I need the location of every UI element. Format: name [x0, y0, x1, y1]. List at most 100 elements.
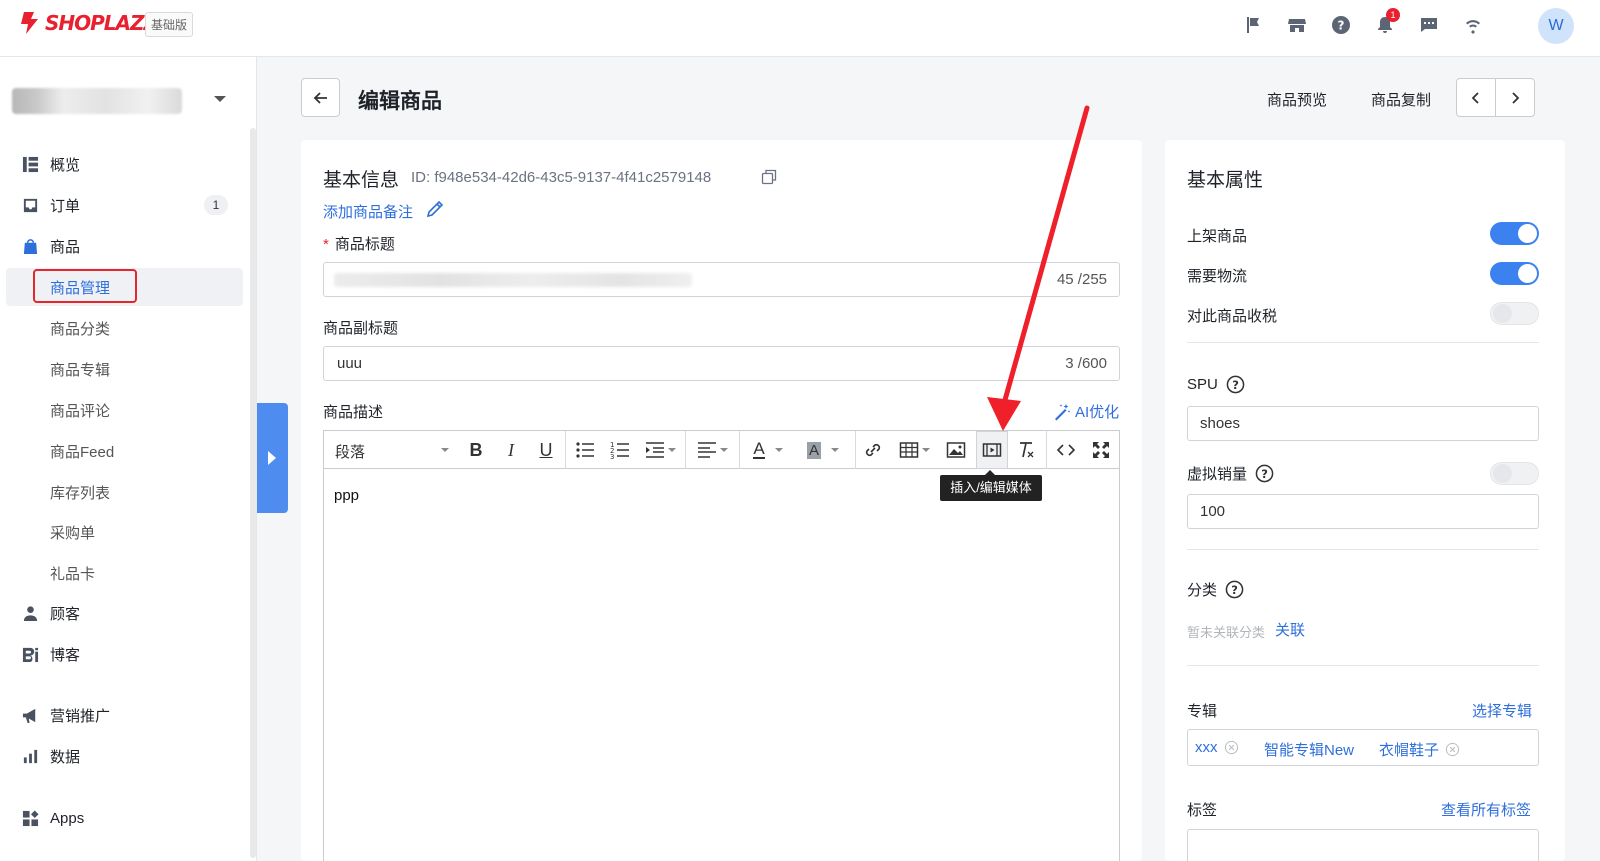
subnav-purchase-orders[interactable]: 采购单	[50, 522, 95, 543]
toolbar-divider	[565, 431, 566, 469]
bell-icon[interactable]: 1	[1374, 8, 1400, 36]
product-subtitle-input[interactable]: uuu 3 /600	[323, 346, 1120, 381]
plan-badge: 基础版	[145, 12, 194, 37]
bold-button[interactable]: B	[462, 431, 490, 469]
flag-icon[interactable]	[1242, 14, 1264, 36]
collection-tag: xxx	[1195, 739, 1239, 756]
help-circle-icon[interactable]: ?	[1226, 375, 1245, 394]
subnav-gift-cards[interactable]: 礼品卡	[50, 563, 95, 584]
store-selector[interactable]	[12, 88, 237, 118]
italic-button[interactable]: I	[497, 431, 525, 469]
select-collection-button[interactable]: 选择专辑	[1472, 700, 1532, 721]
required-mark: *	[323, 236, 329, 253]
caret-down-icon	[719, 448, 728, 452]
nav-products[interactable]: 商品	[0, 228, 245, 264]
virtual-sales-toggle[interactable]	[1490, 462, 1539, 485]
help-icon[interactable]: ?	[1330, 14, 1352, 36]
image-icon	[946, 442, 966, 458]
insert-media-button[interactable]	[976, 431, 1008, 469]
nav-label: 博客	[50, 646, 81, 664]
fullscreen-icon	[1093, 442, 1109, 458]
virtual-sales-label: 虚拟销量 ?	[1187, 463, 1274, 484]
subnav-inventory[interactable]: 库存列表	[50, 482, 110, 503]
collection-label: 专辑	[1187, 703, 1218, 720]
product-duplicate-button[interactable]: 商品复制	[1371, 89, 1431, 110]
subnav-product-feed[interactable]: 商品Feed	[50, 441, 114, 462]
bullet-list-button[interactable]	[570, 431, 600, 469]
product-title-input[interactable]: 45 /255	[323, 262, 1120, 297]
help-circle-icon[interactable]: ?	[1255, 464, 1274, 483]
editor-content[interactable]: ppp	[334, 487, 359, 504]
megaphone-icon	[21, 706, 39, 724]
category-label: 分类 ?	[1187, 579, 1244, 600]
spu-label: SPU ?	[1187, 375, 1245, 394]
publish-toggle[interactable]	[1490, 222, 1539, 245]
user-avatar[interactable]: W	[1538, 8, 1574, 44]
fullscreen-button[interactable]	[1087, 431, 1115, 469]
copy-icon[interactable]	[761, 169, 777, 185]
nav-overview[interactable]: 概览	[0, 146, 245, 182]
previous-product-button[interactable]	[1457, 79, 1496, 116]
wifi-icon[interactable]	[1462, 14, 1484, 36]
background-color-icon: A	[806, 441, 821, 459]
nav-orders[interactable]: 订单 1	[0, 187, 245, 223]
virtual-sales-input[interactable]: 100	[1187, 494, 1539, 529]
spu-input[interactable]: shoes	[1187, 406, 1539, 441]
publish-label: 上架商品	[1187, 228, 1248, 245]
remove-tag-icon[interactable]	[1224, 740, 1239, 755]
product-preview-button[interactable]: 商品预览	[1267, 89, 1327, 110]
nav-customers[interactable]: 顾客	[0, 595, 245, 631]
next-product-button[interactable]	[1496, 79, 1534, 116]
source-code-button[interactable]	[1052, 431, 1080, 469]
insert-image-button[interactable]	[941, 431, 971, 469]
sidebar-expand-tab[interactable]	[257, 403, 288, 513]
subnav-reviews[interactable]: 商品评论	[50, 400, 110, 421]
nav-blog[interactable]: 博客	[0, 636, 245, 672]
product-tags-box[interactable]	[1187, 829, 1539, 861]
clear-format-icon	[1020, 442, 1034, 458]
indent-button[interactable]	[640, 431, 680, 469]
back-button[interactable]	[301, 78, 340, 117]
link-category-button[interactable]: 关联	[1275, 619, 1305, 640]
collection-tag: 衣帽鞋子	[1379, 739, 1460, 760]
insert-link-button[interactable]	[859, 431, 887, 469]
collection-tags-box[interactable]: xxx 智能专辑New 衣帽鞋子	[1187, 729, 1539, 766]
page-title: 编辑商品	[358, 90, 442, 113]
help-circle-icon[interactable]: ?	[1225, 580, 1244, 599]
align-left-icon	[697, 442, 716, 458]
align-button[interactable]	[690, 431, 734, 469]
nav-label: 营销推广	[50, 707, 111, 725]
subnav-collections[interactable]: 商品专辑	[50, 359, 110, 380]
toggle-knob	[1493, 304, 1512, 323]
magic-wand-icon	[1055, 403, 1071, 420]
sidebar-scrollbar[interactable]	[250, 128, 256, 858]
tax-label: 对此商品收税	[1187, 308, 1278, 325]
ai-optimize-button[interactable]: AI优化	[1053, 401, 1119, 422]
font-color-icon: A	[753, 439, 765, 459]
insert-table-button[interactable]	[894, 431, 934, 469]
shoplazza-logo-icon	[21, 12, 38, 34]
top-bar: SHOPLAZZA 基础版 ? 1 W	[0, 0, 1600, 57]
font-color-button[interactable]: A	[744, 431, 792, 469]
shipping-toggle[interactable]	[1490, 262, 1539, 285]
pencil-icon[interactable]	[425, 199, 445, 219]
underline-button[interactable]: U	[532, 431, 560, 469]
paragraph-format-select[interactable]: 段落	[324, 431, 452, 469]
nav-marketing[interactable]: 营销推广	[0, 697, 245, 733]
nav-analytics[interactable]: 数据	[0, 738, 245, 774]
background-color-button[interactable]: A	[798, 431, 848, 469]
chat-icon[interactable]	[1418, 14, 1440, 36]
add-product-note-link[interactable]: 添加商品备注	[323, 201, 413, 222]
indent-icon	[645, 442, 664, 458]
subnav-categories[interactable]: 商品分类	[50, 318, 110, 339]
store-icon[interactable]	[1286, 14, 1308, 36]
link-icon	[865, 443, 881, 457]
code-icon	[1056, 444, 1076, 456]
nav-apps[interactable]: Apps	[0, 800, 245, 836]
remove-tag-icon[interactable]	[1445, 742, 1460, 757]
numbered-list-button[interactable]: 123	[605, 431, 635, 469]
view-all-tags-link[interactable]: 查看所有标签	[1441, 799, 1531, 820]
clear-formatting-button[interactable]	[1012, 431, 1040, 469]
svg-text:3: 3	[610, 453, 614, 460]
tax-toggle[interactable]	[1490, 302, 1539, 325]
